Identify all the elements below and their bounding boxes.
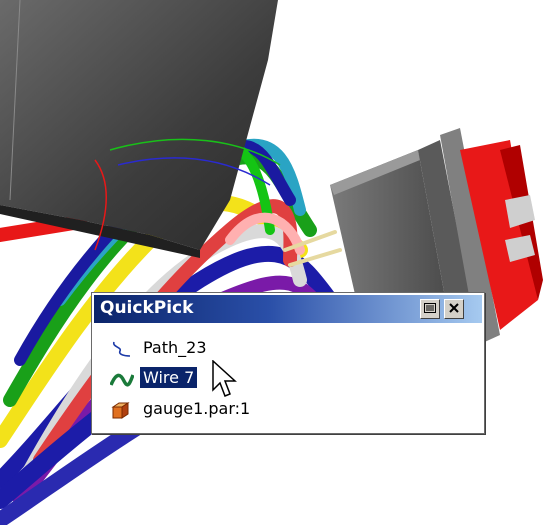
list-icon[interactable] <box>420 299 440 319</box>
quickpick-titlebar[interactable]: QuickPick <box>94 295 482 323</box>
arrow-cursor-icon <box>212 359 238 400</box>
wire-icon <box>109 369 135 389</box>
cad-3d-viewport[interactable] <box>0 0 543 525</box>
path-curve-icon <box>110 339 132 359</box>
quickpick-dialog: QuickPick Path_23 Wire 7 gauge1.par:1 <box>91 292 485 434</box>
list-item-label: Path_23 <box>143 338 207 357</box>
list-item-label: Wire 7 <box>140 367 198 388</box>
list-item-label: gauge1.par:1 <box>143 399 251 418</box>
quickpick-list: Path_23 Wire 7 gauge1.par:1 <box>96 327 480 429</box>
wire-harness-model <box>0 0 543 525</box>
close-icon[interactable] <box>444 299 464 319</box>
part-cube-icon <box>110 400 132 420</box>
quickpick-title: QuickPick <box>100 298 194 318</box>
